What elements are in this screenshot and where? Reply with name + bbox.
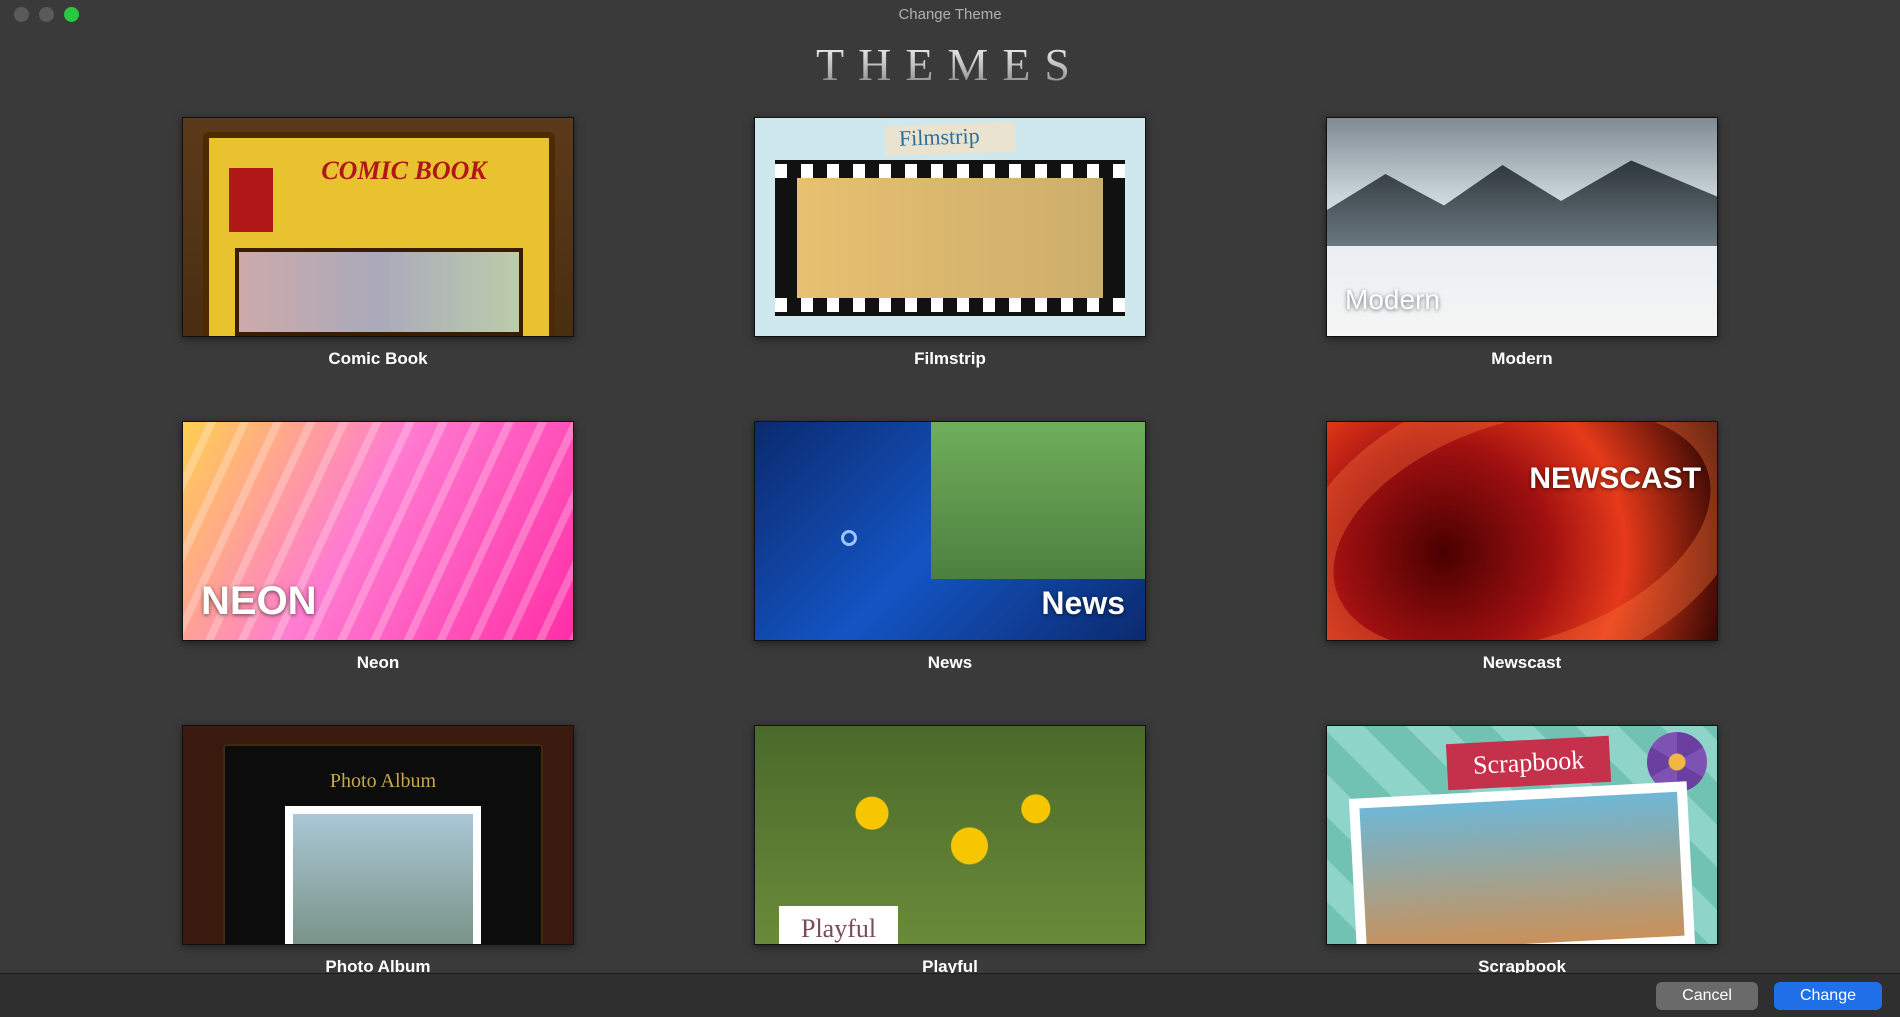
window-title: Change Theme <box>898 6 1001 23</box>
theme-comic-book[interactable]: COMIC BOOK Comic Book <box>182 117 574 369</box>
theme-overlay-text: Photo Album <box>225 770 541 793</box>
theme-label: Newscast <box>1483 653 1561 673</box>
theme-playful[interactable]: Playful Playful <box>754 725 1146 977</box>
theme-grid: COMIC BOOK Comic Book Filmstrip Filmstri… <box>0 111 1900 977</box>
theme-thumbnail: Photo Album <box>182 725 574 945</box>
change-button[interactable]: Change <box>1774 982 1882 1010</box>
theme-thumbnail: NEON <box>182 421 574 641</box>
theme-overlay-text: Playful <box>779 906 898 944</box>
theme-modern[interactable]: Modern Modern <box>1326 117 1718 369</box>
titlebar: Change Theme <box>0 0 1900 28</box>
theme-thumbnail: Playful <box>754 725 1146 945</box>
theme-overlay-text: Modern <box>1345 284 1440 316</box>
theme-label: Modern <box>1491 349 1552 369</box>
theme-overlay-text: Scrapbook <box>1446 736 1611 790</box>
theme-label: Filmstrip <box>914 349 986 369</box>
theme-label: Comic Book <box>328 349 427 369</box>
theme-news[interactable]: News News <box>754 421 1146 673</box>
theme-overlay-text: NEON <box>201 579 317 624</box>
theme-thumbnail: News <box>754 421 1146 641</box>
window-minimize-button[interactable] <box>39 7 54 22</box>
theme-scrapbook[interactable]: Scrapbook Scrapbook <box>1326 725 1718 977</box>
cancel-button[interactable]: Cancel <box>1656 982 1758 1010</box>
theme-thumbnail: Filmstrip <box>754 117 1146 337</box>
footer: Cancel Change <box>0 973 1900 1017</box>
window-zoom-button[interactable] <box>64 7 79 22</box>
theme-overlay-text: Filmstrip <box>885 123 981 151</box>
theme-overlay-text: COMIC BOOK <box>319 158 489 184</box>
theme-overlay-text: NEWSCAST <box>1529 462 1701 496</box>
header: THEMES <box>0 28 1900 111</box>
theme-overlay-text: News <box>1041 585 1125 622</box>
theme-thumbnail: Modern <box>1326 117 1718 337</box>
window-close-button[interactable] <box>14 7 29 22</box>
theme-thumbnail: NEWSCAST <box>1326 421 1718 641</box>
theme-thumbnail: COMIC BOOK <box>182 117 574 337</box>
page-title: THEMES <box>0 38 1900 91</box>
theme-label: Neon <box>357 653 400 673</box>
theme-newscast[interactable]: NEWSCAST Newscast <box>1326 421 1718 673</box>
theme-label: News <box>928 653 972 673</box>
theme-thumbnail: Scrapbook <box>1326 725 1718 945</box>
theme-photo-album[interactable]: Photo Album Photo Album <box>182 725 574 977</box>
theme-filmstrip[interactable]: Filmstrip Filmstrip <box>754 117 1146 369</box>
traffic-lights <box>0 7 79 22</box>
theme-neon[interactable]: NEON Neon <box>182 421 574 673</box>
